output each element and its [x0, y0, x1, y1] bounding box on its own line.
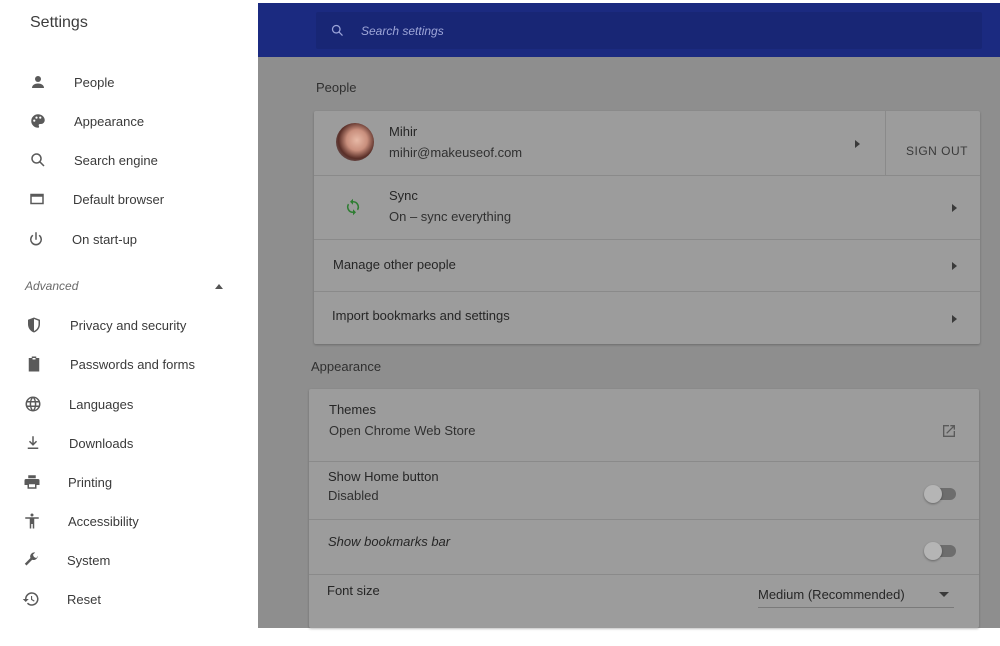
sidebar-item-accessibility[interactable]: Accessibility: [22, 508, 139, 534]
manage-other-people-row[interactable]: Manage other people: [314, 239, 980, 292]
browser-icon: [27, 189, 47, 209]
sign-out-button[interactable]: SIGN OUT: [906, 144, 968, 158]
sync-row[interactable]: Sync On – sync everything: [314, 175, 980, 240]
toggle-knob: [924, 542, 942, 560]
chevron-right-icon: [952, 262, 957, 270]
clipboard-icon: [24, 354, 44, 374]
palette-icon: [28, 111, 48, 131]
accessibility-icon: [22, 511, 42, 531]
sidebar-item-label: Downloads: [69, 435, 134, 451]
show-home-button-sub: Disabled: [328, 488, 379, 503]
import-bookmarks-row[interactable]: Import bookmarks and settings: [314, 291, 980, 345]
sidebar-item-passwords[interactable]: Passwords and forms: [24, 351, 195, 377]
search-icon: [28, 150, 48, 170]
sidebar-item-privacy[interactable]: Privacy and security: [24, 312, 186, 338]
font-size-row[interactable]: Font size Medium (Recommended): [309, 574, 979, 629]
advanced-label: Advanced: [25, 279, 79, 293]
sidebar-item-languages[interactable]: Languages: [23, 391, 133, 417]
caret-up-icon: [215, 283, 223, 289]
person-icon: [28, 72, 48, 92]
history-icon: [21, 589, 41, 609]
toggle-knob: [924, 485, 942, 503]
sidebar-item-label: Appearance: [74, 113, 145, 129]
select-underline: [758, 607, 954, 608]
sidebar-item-default-browser[interactable]: Default browser: [27, 186, 164, 212]
appearance-card: Themes Open Chrome Web Store Show Home b…: [309, 389, 979, 628]
sidebar-item-label: Accessibility: [68, 513, 139, 529]
account-row[interactable]: Mihir mihir@makeuseof.com SIGN OUT: [314, 111, 980, 175]
show-bookmarks-bar-row[interactable]: Show bookmarks bar: [309, 519, 979, 575]
sync-title: Sync: [389, 188, 418, 203]
search-icon: [331, 24, 343, 36]
advanced-section-toggle[interactable]: Advanced: [25, 277, 225, 295]
account-email: mihir@makeuseof.com: [389, 145, 523, 160]
themes-label: Themes: [329, 402, 376, 417]
sync-status: On – sync everything: [389, 209, 512, 224]
chevron-right-icon: [952, 315, 957, 323]
account-name: Mihir: [389, 124, 418, 139]
sidebar-item-label: Default browser: [73, 191, 165, 207]
sidebar-item-search-engine[interactable]: Search engine: [28, 147, 158, 173]
power-icon: [26, 229, 46, 249]
sidebar-item-label: Passwords and forms: [70, 356, 195, 372]
sidebar-item-appearance[interactable]: Appearance: [28, 108, 144, 134]
vertical-divider: [885, 111, 886, 175]
font-size-select[interactable]: Medium (Recommended): [758, 587, 949, 602]
themes-sub: Open Chrome Web Store: [329, 423, 476, 438]
sidebar-item-system[interactable]: System: [21, 547, 110, 573]
sidebar-item-printing[interactable]: Printing: [22, 469, 112, 495]
top-bar: [258, 3, 1000, 57]
font-size-label: Font size: [327, 583, 380, 598]
themes-row[interactable]: Themes Open Chrome Web Store: [309, 389, 979, 461]
sidebar-item-label: Languages: [69, 396, 134, 412]
people-card: Mihir mihir@makeuseof.com SIGN OUT Sync …: [314, 111, 980, 344]
show-home-button-toggle[interactable]: [924, 485, 956, 503]
search-box[interactable]: [316, 12, 982, 49]
chevron-right-icon: [855, 140, 860, 148]
show-home-button-label: Show Home button: [328, 469, 439, 484]
show-home-button-row[interactable]: Show Home button Disabled: [309, 461, 979, 520]
import-bookmarks-label: Import bookmarks and settings: [332, 308, 510, 323]
sidebar-item-label: Privacy and security: [70, 317, 187, 333]
wrench-icon: [21, 550, 41, 570]
search-input[interactable]: [359, 22, 923, 39]
sidebar-item-label: Reset: [67, 591, 101, 607]
chevron-right-icon: [952, 204, 957, 212]
sidebar-item-reset[interactable]: Reset: [21, 586, 101, 612]
sidebar-item-label: Search engine: [74, 152, 158, 168]
show-bookmarks-bar-label: Show bookmarks bar: [328, 534, 451, 549]
download-icon: [23, 433, 43, 453]
font-size-value: Medium (Recommended): [758, 587, 905, 602]
sync-icon: [346, 198, 360, 216]
sidebar-item-on-startup[interactable]: On start-up: [26, 226, 137, 252]
section-title-people: People: [316, 80, 357, 95]
manage-other-people-label: Manage other people: [333, 257, 456, 272]
sidebar: Settings People Appearance Search engine…: [0, 0, 258, 646]
sidebar-item-label: People: [74, 74, 115, 90]
sidebar-item-label: Printing: [68, 474, 113, 490]
avatar: [336, 123, 374, 161]
sidebar-item-label: On start-up: [72, 231, 138, 247]
globe-icon: [23, 394, 43, 414]
shield-icon: [24, 315, 44, 335]
sidebar-item-label: System: [67, 552, 111, 568]
printer-icon: [22, 472, 42, 492]
sidebar-item-downloads[interactable]: Downloads: [23, 430, 133, 456]
show-bookmarks-bar-toggle[interactable]: [924, 542, 956, 560]
sidebar-title: Settings: [30, 14, 88, 31]
section-title-appearance: Appearance: [311, 359, 382, 374]
main-content: People Mihir mihir@makeuseof.com SIGN OU…: [258, 3, 1000, 628]
dropdown-arrow-icon: [938, 592, 949, 597]
sidebar-item-people[interactable]: People: [28, 69, 114, 95]
open-in-new-icon[interactable]: [941, 423, 957, 439]
